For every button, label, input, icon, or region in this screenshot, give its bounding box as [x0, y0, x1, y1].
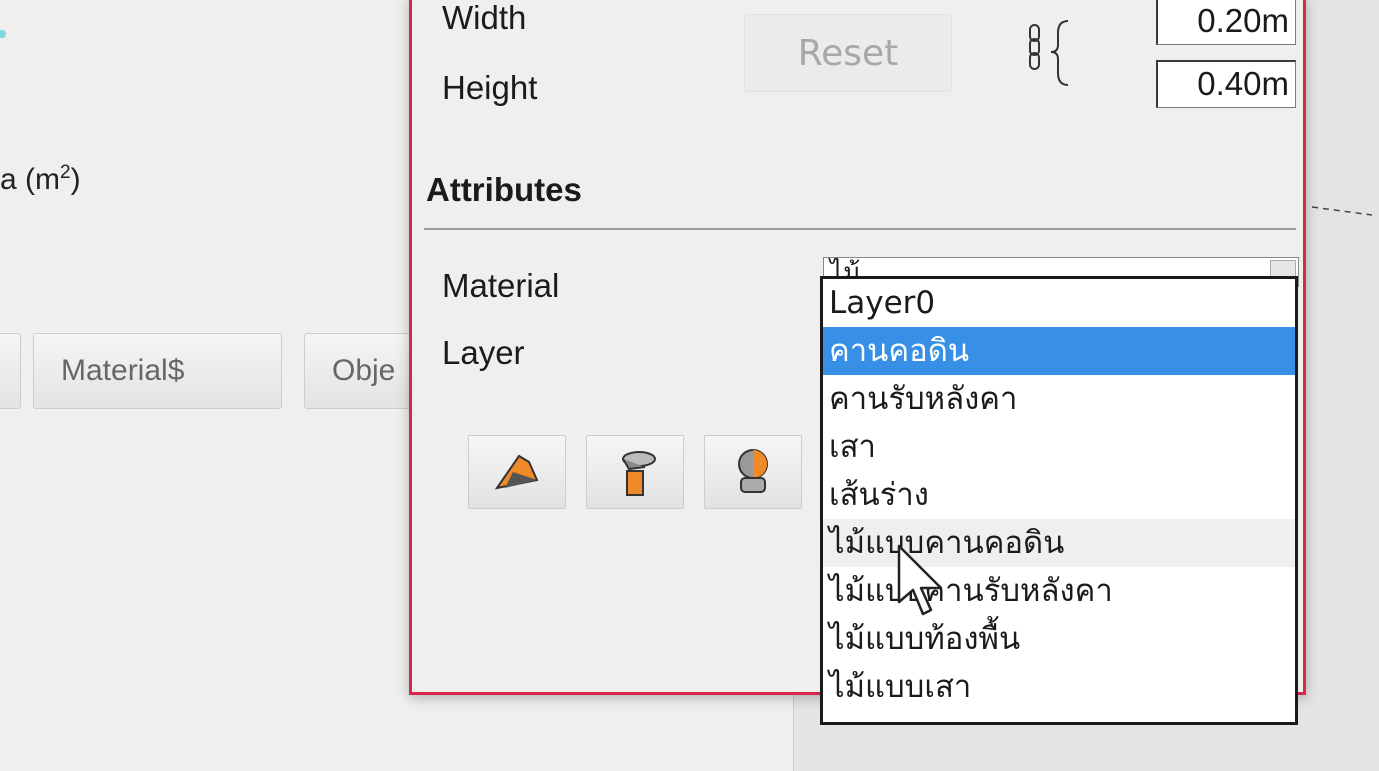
- link-proportions-icon[interactable]: [1018, 15, 1088, 89]
- height-input[interactable]: 0.40m: [1156, 60, 1296, 108]
- layer-dropdown-list[interactable]: Layer0 คานคอดิน คานรับหลังคา เสา เส้นร่า…: [820, 276, 1298, 725]
- material-label: Material: [442, 267, 560, 304]
- sample-paint-button[interactable]: [586, 435, 684, 509]
- dropdown-option[interactable]: เสา: [823, 423, 1295, 471]
- layer-tag-button[interactable]: [704, 435, 802, 509]
- tab-objects-label: Obje: [332, 354, 396, 387]
- width-input[interactable]: 0.20m: [1156, 0, 1296, 45]
- attributes-divider: [424, 228, 1296, 230]
- dashed-guide-line: [1312, 206, 1372, 216]
- dropdown-option[interactable]: คานรับหลังคา: [823, 375, 1295, 423]
- dropdown-option-hovered[interactable]: ไม้แบบคานคอดิน: [823, 519, 1295, 567]
- attributes-heading: Attributes: [426, 171, 582, 208]
- dropdown-option[interactable]: ไม้แบบคานรับหลังคา: [823, 567, 1295, 615]
- reset-button[interactable]: Reset: [744, 14, 952, 92]
- height-label: Height: [442, 69, 538, 106]
- tab-objects[interactable]: Obje: [304, 333, 424, 409]
- cyan-marker: [0, 30, 6, 38]
- sample-paint-icon: [622, 451, 656, 496]
- width-label: Width: [442, 0, 527, 36]
- dropdown-option[interactable]: เส้นร่าง: [823, 471, 1295, 519]
- tab-partial[interactable]: [0, 333, 21, 409]
- tab-materials[interactable]: Material$: [33, 333, 282, 409]
- dropdown-option[interactable]: ไม้แบบเสา: [823, 663, 1295, 711]
- dropdown-option[interactable]: Layer0: [823, 279, 1295, 327]
- layer-label: Layer: [442, 334, 525, 371]
- area-label: a (m2): [0, 162, 81, 196]
- dropdown-option-selected[interactable]: คานคอดิน: [823, 327, 1295, 375]
- tab-materials-label: Material$: [61, 354, 185, 387]
- paint-bucket-button[interactable]: [468, 435, 566, 509]
- dropdown-option[interactable]: ไม้แบบท้องพื้น: [823, 615, 1295, 663]
- layer-tag-icon: [738, 449, 768, 493]
- paint-bucket-icon: [494, 454, 539, 490]
